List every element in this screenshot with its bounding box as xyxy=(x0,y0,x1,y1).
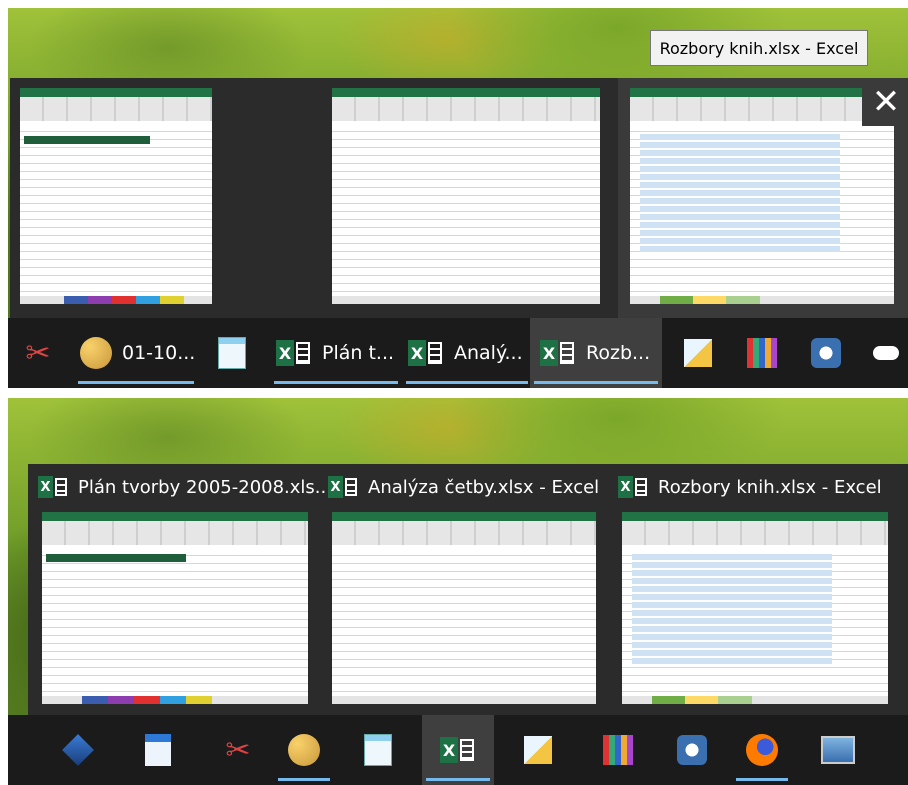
taskbar: ✂ X xyxy=(8,715,908,785)
taskbar-media[interactable] xyxy=(662,715,722,785)
spreadsheet-preview xyxy=(20,88,212,304)
thumbnail-strip: ✕ xyxy=(10,78,908,321)
window-tooltip: Rozbory knih.xlsx - Excel xyxy=(650,30,868,66)
spreadsheet-preview xyxy=(630,88,894,304)
taskbar-document[interactable] xyxy=(128,715,188,785)
taskbar-books[interactable] xyxy=(588,715,648,785)
thumbnail-title-rozbory[interactable]: X Rozbory knih.xlsx - Excel xyxy=(618,476,882,498)
taskbar-excel-group[interactable]: X xyxy=(422,715,494,785)
books-icon xyxy=(603,735,633,765)
taskbar-pen[interactable] xyxy=(508,715,568,785)
taskbar-monitor[interactable] xyxy=(808,715,868,785)
monitor-icon xyxy=(821,736,855,764)
taskbar-firefox[interactable] xyxy=(732,715,792,785)
thumbnail-strip: X Plán tvorby 2005-2008.xls... X Analýza… xyxy=(28,464,908,718)
pen-icon xyxy=(524,736,552,764)
taskbar-group-preview: X Plán tvorby 2005-2008.xls... X Analýza… xyxy=(8,398,908,785)
thumbnail-rozbory-knih[interactable]: ✕ xyxy=(618,78,908,321)
thumbnail-rozbory-knih[interactable] xyxy=(622,512,888,704)
excel-icon: X xyxy=(408,340,444,366)
media-icon xyxy=(677,735,707,765)
taskbar-excel-rozbory[interactable]: X Rozb... xyxy=(530,318,662,388)
thumbnail-title-text: Rozbory knih.xlsx - Excel xyxy=(658,476,882,498)
thumbnail-title-plan[interactable]: X Plán tvorby 2005-2008.xls... xyxy=(38,476,332,498)
thumbnail-title-text: Plán tvorby 2005-2008.xls... xyxy=(78,476,332,498)
taskbar-pen[interactable] xyxy=(672,318,724,388)
taskbar-paint-scissors[interactable]: ✂ xyxy=(12,318,64,388)
thumbnail-plan-tvorby[interactable] xyxy=(20,88,212,304)
close-window-button[interactable]: ✕ xyxy=(862,78,908,126)
paint-palette-icon xyxy=(288,734,320,766)
taskbar-label: Analý... xyxy=(454,342,523,364)
paint-scissors-icon: ✂ xyxy=(225,732,251,768)
excel-icon: X xyxy=(276,340,312,366)
spreadsheet-preview xyxy=(332,88,600,304)
excel-icon: X xyxy=(328,476,358,498)
taskbar-paint[interactable]: 01-10... xyxy=(74,318,198,388)
paint-scissors-icon: ✂ xyxy=(25,335,51,371)
taskbar-label: 01-10... xyxy=(122,342,196,364)
pen-icon xyxy=(684,339,712,367)
books-icon xyxy=(747,338,777,368)
paint-palette-icon xyxy=(80,337,112,369)
thumbnail-title-analyza[interactable]: X Analýza četby.xlsx - Excel xyxy=(328,476,599,498)
excel-icon: X xyxy=(38,476,68,498)
virtualbox-icon xyxy=(62,734,94,766)
taskbar-cloud[interactable] xyxy=(864,318,908,388)
notepad-icon xyxy=(218,337,246,369)
notepad-icon xyxy=(364,734,392,766)
taskbar-label: Plán t... xyxy=(322,342,395,364)
thumbnail-analyza-cetby[interactable] xyxy=(332,512,596,704)
thumbnail-title-text: Analýza četby.xlsx - Excel xyxy=(368,476,600,498)
thumbnail-plan-tvorby[interactable] xyxy=(42,512,308,704)
taskbar-label: Rozb... xyxy=(586,342,651,364)
taskbar-notepad[interactable] xyxy=(206,318,258,388)
taskbar-books[interactable] xyxy=(736,318,788,388)
taskbar-hover-preview: Rozbory knih.xlsx - Excel ✕ ✂ 01-10... X… xyxy=(8,8,908,388)
thumbnail-analyza-cetby[interactable] xyxy=(332,88,600,304)
taskbar-paint-scissors[interactable]: ✂ xyxy=(208,715,268,785)
taskbar-excel-analyza[interactable]: X Analý... xyxy=(402,318,532,388)
document-a-icon xyxy=(145,734,171,766)
taskbar-excel-plan[interactable]: X Plán t... xyxy=(270,318,402,388)
taskbar-media[interactable] xyxy=(800,318,852,388)
excel-icon: X xyxy=(440,737,476,763)
media-icon xyxy=(811,338,841,368)
taskbar-paint[interactable] xyxy=(274,715,334,785)
firefox-icon xyxy=(746,734,778,766)
taskbar: ✂ 01-10... X Plán t... X Analý... X Rozb… xyxy=(8,318,908,388)
excel-icon: X xyxy=(618,476,648,498)
cloud-icon xyxy=(873,346,899,360)
excel-icon: X xyxy=(540,340,576,366)
taskbar-notepad[interactable] xyxy=(348,715,408,785)
taskbar-virtualbox[interactable] xyxy=(48,715,108,785)
